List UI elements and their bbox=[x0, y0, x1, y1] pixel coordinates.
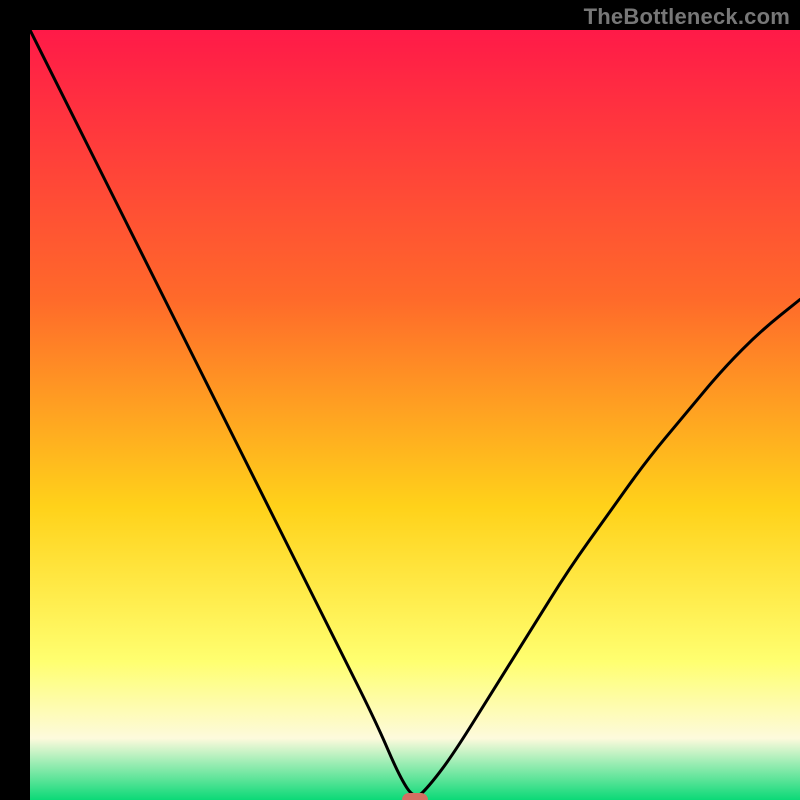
chart-root: TheBottleneck.com bbox=[0, 0, 800, 800]
plot-area bbox=[30, 30, 800, 800]
watermark-text: TheBottleneck.com bbox=[584, 4, 790, 30]
bottleneck-curve bbox=[30, 30, 800, 795]
curve-layer bbox=[30, 30, 800, 800]
optimal-marker bbox=[402, 793, 428, 800]
